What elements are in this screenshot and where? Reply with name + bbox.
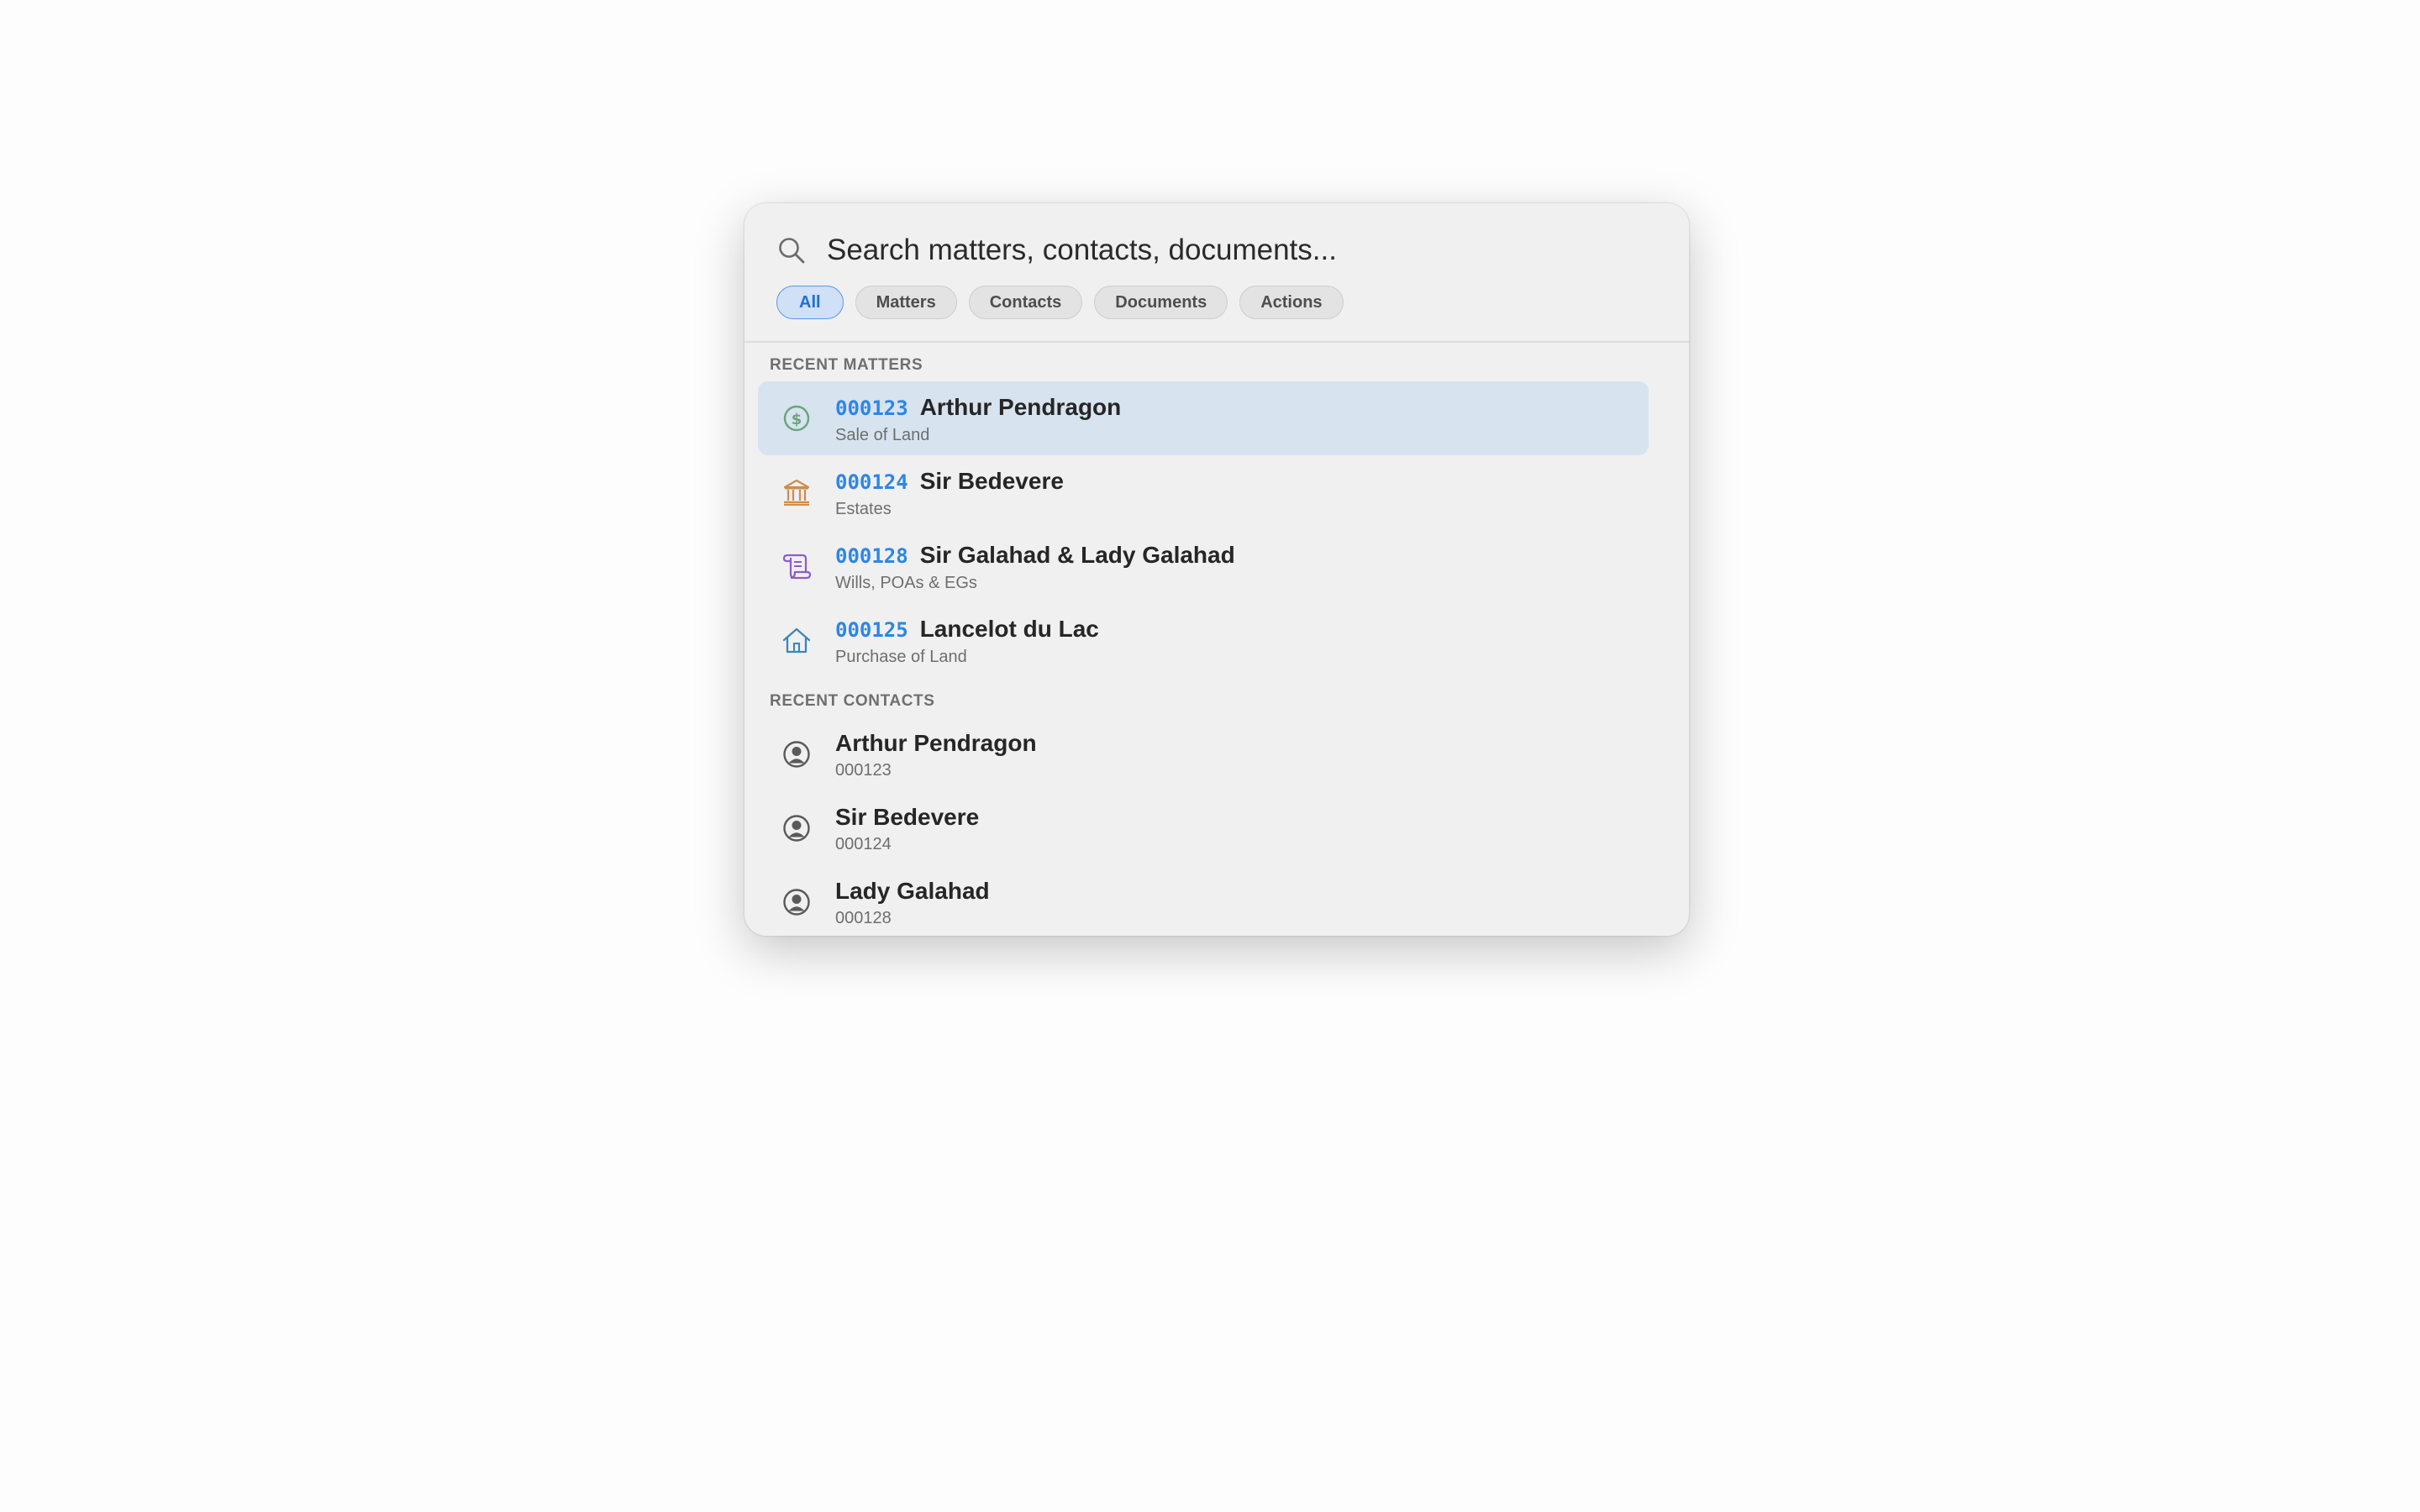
matter-row[interactable]: $ 000123 Arthur Pendragon Sale of Land [758, 381, 1649, 455]
filter-chip-actions[interactable]: Actions [1239, 286, 1344, 319]
contact-id: 000123 [835, 761, 892, 780]
svg-text:$: $ [792, 411, 802, 428]
matter-number: 000125 [835, 618, 908, 642]
matter-title: 000123 Arthur Pendragon [835, 393, 1121, 423]
matter-type: Estates [835, 500, 892, 518]
matter-number: 000128 [835, 544, 908, 568]
command-palette: All Matters Contacts Documents Actions R… [744, 203, 1689, 936]
person-circle-icon [783, 815, 810, 842]
contact-name: Sir Bedevere [835, 804, 980, 830]
contact-row[interactable]: Sir Bedevere 000124 [758, 791, 1649, 865]
contact-id: 000128 [835, 909, 892, 927]
person-circle-icon [783, 889, 810, 916]
matter-type: Wills, POAs & EGs [835, 574, 977, 592]
search-icon [779, 238, 805, 264]
house-icon [782, 627, 811, 654]
matter-client-name: Sir Bedevere [919, 468, 1064, 494]
matter-row-text: 000123 Arthur Pendragon Sale of Land [835, 393, 1121, 446]
search-input[interactable] [827, 227, 1657, 274]
matter-client-name: Arthur Pendragon [919, 394, 1122, 420]
matter-title: 000124 Sir Bedevere [835, 467, 1064, 496]
matter-row-text: 000125 Lancelot du Lac Purchase of Land [835, 615, 1099, 668]
matter-number: 000123 [835, 396, 908, 420]
person-circle-icon [783, 741, 810, 768]
matter-row[interactable]: 000124 Sir Bedevere Estates [758, 455, 1649, 529]
search-row [776, 225, 1657, 276]
filter-chip-all[interactable]: All [776, 286, 844, 319]
contact-row-text: Sir Bedevere 000124 [835, 803, 979, 855]
matter-row[interactable]: 000128 Sir Galahad & Lady Galahad Wills, … [758, 529, 1649, 603]
dollar-circle-icon: $ [783, 405, 810, 432]
matter-row-text: 000124 Sir Bedevere Estates [835, 467, 1064, 520]
filter-chips: All Matters Contacts Documents Actions [776, 286, 1344, 319]
matter-type: Sale of Land [835, 426, 930, 444]
contact-row[interactable]: Arthur Pendragon 000123 [758, 717, 1649, 791]
filter-chip-matters[interactable]: Matters [855, 286, 957, 319]
contact-name: Lady Galahad [835, 878, 990, 904]
header-divider [744, 341, 1689, 343]
matter-type: Purchase of Land [835, 648, 967, 666]
section-label-recent-contacts: RECENT CONTACTS [770, 692, 935, 710]
matter-row-text: 000128 Sir Galahad & Lady Galahad Wills, … [835, 541, 1235, 594]
contact-row-text: Arthur Pendragon 000123 [835, 729, 1037, 781]
scroll-icon [782, 554, 812, 580]
contact-row[interactable]: Lady Galahad 000128 [758, 865, 1649, 936]
section-label-recent-matters: RECENT MATTERS [770, 356, 923, 374]
matter-client-name: Sir Galahad & Lady Galahad [919, 542, 1235, 568]
matter-row[interactable]: 000125 Lancelot du Lac Purchase of Land [758, 603, 1649, 677]
contact-name: Arthur Pendragon [835, 730, 1037, 756]
matter-title: 000125 Lancelot du Lac [835, 615, 1099, 644]
filter-chip-documents[interactable]: Documents [1094, 286, 1228, 319]
contact-id: 000124 [835, 835, 892, 853]
matter-number: 000124 [835, 470, 908, 494]
matter-title: 000128 Sir Galahad & Lady Galahad [835, 541, 1235, 570]
filter-chip-contacts[interactable]: Contacts [968, 286, 1083, 319]
bank-icon [783, 479, 810, 506]
matter-client-name: Lancelot du Lac [919, 616, 1099, 642]
contact-row-text: Lady Galahad 000128 [835, 877, 990, 929]
